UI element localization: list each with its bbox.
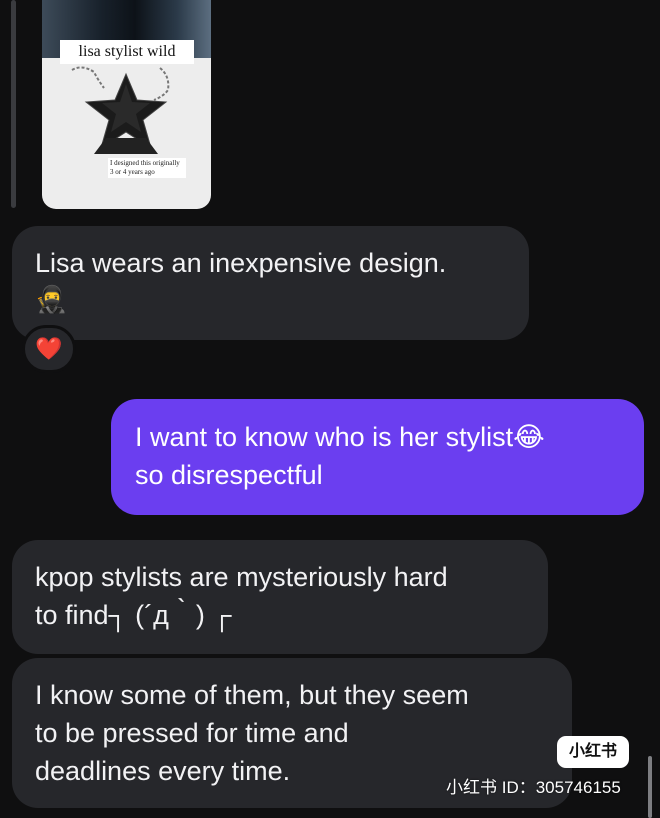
- chat-screen: lisa stylist wild I designed this origin…: [0, 0, 660, 818]
- ninja-emoji: 🥷: [35, 284, 68, 314]
- scrollbar[interactable]: [648, 756, 652, 818]
- watermark-id: 小红书 ID：305746155: [446, 778, 621, 797]
- incoming-message-2[interactable]: kpop stylists are mysteriously hard to f…: [12, 540, 548, 654]
- image-caption: lisa stylist wild: [60, 40, 194, 64]
- reply-indicator-line: [11, 0, 16, 208]
- message-line-1: kpop stylists are mysteriously hard: [35, 562, 448, 592]
- message-line-2: to be pressed for time and: [35, 718, 349, 748]
- star-necklace-image: [42, 66, 211, 154]
- message-line-2: so disrespectful: [135, 460, 323, 490]
- message-line-1: I want to know who is her stylist😂: [135, 422, 545, 452]
- incoming-message-1[interactable]: Lisa wears an inexpensive design. 🥷: [12, 226, 529, 340]
- message-line-1: I know some of them, but they seem: [35, 680, 469, 710]
- image-note: I designed this originally 3 or 4 years …: [108, 158, 186, 178]
- message-text: Lisa wears an inexpensive design.: [35, 248, 447, 278]
- xiaohongshu-logo: 小红书: [557, 736, 629, 768]
- message-line-2: to find┐ (´д｀) ┌: [35, 600, 232, 630]
- heart-reaction-icon[interactable]: ❤️: [22, 325, 76, 373]
- shared-image-card[interactable]: lisa stylist wild I designed this origin…: [42, 0, 211, 209]
- outgoing-message[interactable]: I want to know who is her stylist😂 so di…: [111, 399, 644, 515]
